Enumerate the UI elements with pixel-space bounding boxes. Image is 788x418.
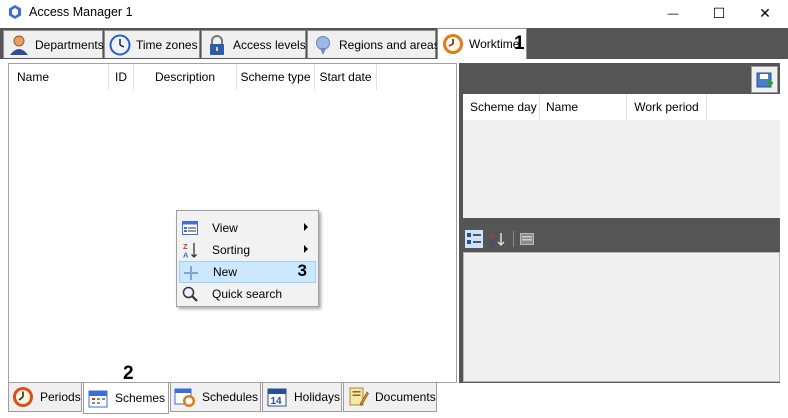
tab-label: Holidays	[294, 390, 341, 404]
schedule-icon	[174, 388, 195, 407]
alphabetical-sort-icon: A Z	[490, 233, 505, 247]
svg-text:A: A	[490, 233, 495, 240]
close-button[interactable]: ✕	[742, 0, 788, 27]
app-logo-icon	[9, 5, 21, 19]
column-header-description[interactable]: Description	[134, 64, 237, 90]
holiday-calendar-icon: 14	[267, 388, 287, 407]
document-icon	[349, 387, 369, 406]
submenu-arrow-icon	[304, 223, 308, 231]
periods-icon	[13, 387, 33, 407]
bottom-tab-bar: Periods Schemes Schedules 14 Holidays Do…	[8, 383, 780, 414]
tab-label: Periods	[40, 390, 81, 404]
column-header-start-date[interactable]: Start date	[315, 64, 377, 90]
tab-periods[interactable]: Periods	[8, 383, 82, 412]
calendar-icon	[88, 390, 108, 408]
property-pages-icon	[520, 233, 534, 245]
tab-schemes[interactable]: Schemes	[83, 383, 169, 414]
tab-time-zones[interactable]: Time zones	[104, 30, 200, 58]
tab-departments[interactable]: Departments	[3, 30, 104, 58]
svg-text:14: 14	[271, 396, 283, 407]
tab-label: Time zones	[136, 37, 198, 52]
tab-label: Schemes	[115, 391, 166, 405]
save-icon	[756, 72, 773, 87]
worktime-clock-icon	[443, 34, 463, 54]
tab-label: Schedules	[202, 390, 259, 404]
column-header-id[interactable]: ID	[109, 64, 134, 90]
minimize-button[interactable]: —	[650, 0, 696, 27]
svg-text:Z: Z	[490, 241, 495, 247]
column-header-name[interactable]: Name	[9, 64, 109, 90]
toolbar-divider	[513, 231, 514, 247]
close-icon: ✕	[759, 5, 771, 21]
column-header-work-period[interactable]: Work period	[627, 94, 707, 120]
tab-label: Worktime	[469, 37, 520, 51]
scheme-days-header: Scheme day Name Work period	[463, 94, 780, 120]
tab-holidays[interactable]: 14 Holidays	[262, 383, 342, 412]
menu-item-quick-search[interactable]: Quick search	[179, 283, 316, 305]
tab-documents[interactable]: Documents	[343, 383, 437, 412]
menu-item-label: Quick search	[212, 287, 283, 301]
submenu-arrow-icon	[304, 245, 308, 253]
menu-item-label: Sorting	[212, 243, 251, 257]
top-tab-bar: Departments Time zones Access levels Reg…	[0, 28, 788, 59]
column-header-scheme-day[interactable]: Scheme day	[463, 94, 540, 120]
tab-label: Documents	[375, 390, 436, 404]
pin-icon	[316, 35, 330, 55]
person-icon	[10, 35, 28, 55]
tab-schedules[interactable]: Schedules	[170, 383, 261, 412]
view-icon	[182, 221, 198, 235]
menu-item-label: New	[213, 265, 238, 279]
callout-1: 1	[514, 33, 525, 54]
context-menu: View Z A Sorting New 3 Quick search	[176, 210, 319, 307]
categorized-view-button[interactable]	[465, 230, 483, 248]
alphabetical-view-button[interactable]: A Z	[489, 230, 507, 248]
categorized-icon	[467, 233, 481, 244]
tab-label: Access levels	[233, 37, 306, 52]
property-grid[interactable]	[463, 252, 780, 382]
padlock-icon	[210, 34, 224, 55]
svg-text:A: A	[183, 251, 189, 259]
callout-2: 2	[123, 363, 134, 384]
column-header-scheme-type[interactable]: Scheme type	[237, 64, 315, 90]
maximize-button[interactable]: ☐	[696, 0, 742, 27]
tab-access-levels[interactable]: Access levels	[201, 30, 306, 58]
plus-icon	[184, 266, 198, 280]
save-scheme-button[interactable]	[751, 66, 778, 93]
title-bar: Access Manager 1 — ☐ ✕	[0, 0, 788, 27]
menu-item-view[interactable]: View	[179, 217, 316, 239]
minimize-icon: —	[667, 7, 679, 20]
tab-label: Regions and areas	[339, 37, 440, 52]
clock-icon	[109, 34, 131, 55]
maximize-icon: ☐	[712, 5, 726, 21]
column-header-name[interactable]: Name	[540, 94, 627, 120]
menu-item-new[interactable]: New 3	[179, 261, 316, 283]
menu-item-sorting[interactable]: Z A Sorting	[179, 239, 316, 261]
magnifier-icon	[182, 286, 198, 302]
tab-regions-and-areas[interactable]: Regions and areas	[307, 30, 440, 58]
sort-icon: Z A	[183, 242, 197, 259]
property-pages-button[interactable]	[518, 230, 536, 248]
window-title: Access Manager 1	[29, 5, 133, 19]
menu-item-label: View	[212, 221, 238, 235]
tab-label: Departments	[35, 37, 104, 52]
callout-3: 3	[297, 261, 307, 280]
